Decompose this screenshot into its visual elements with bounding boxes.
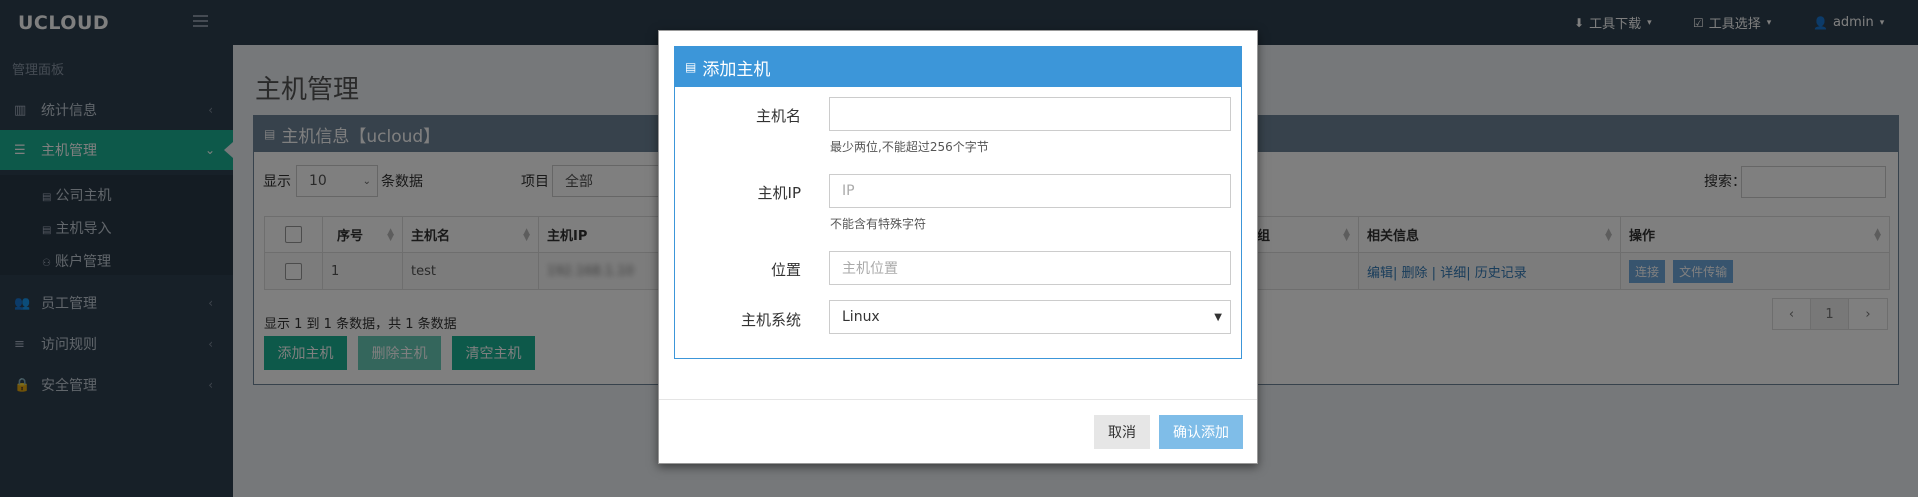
modal-footer-divider xyxy=(659,399,1257,400)
ip-label: 主机IP xyxy=(757,184,801,202)
os-label: 主机系统 xyxy=(740,311,801,329)
add-host-form-panel: ▤ 添加主机 主机名 最少两位,不能超过256个字节 主机IP IP 不能含有特… xyxy=(674,46,1242,359)
cancel-button[interactable]: 取消 xyxy=(1094,415,1150,449)
ip-help: 不能含有特殊字符 xyxy=(830,217,927,231)
ip-input[interactable]: IP xyxy=(829,174,1231,208)
confirm-add-button[interactable]: 确认添加 xyxy=(1159,415,1243,449)
location-input[interactable]: 主机位置 xyxy=(829,251,1231,285)
modal-title: 添加主机 xyxy=(702,59,771,80)
os-select[interactable]: Linux ▼ xyxy=(829,300,1231,334)
hostname-help: 最少两位,不能超过256个字节 xyxy=(830,140,989,154)
hostname-input[interactable] xyxy=(829,97,1231,131)
os-select-value: Linux xyxy=(842,309,880,325)
add-host-modal: ▤ 添加主机 主机名 最少两位,不能超过256个字节 主机IP IP 不能含有特… xyxy=(658,30,1258,464)
hostname-label: 主机名 xyxy=(755,107,801,125)
list-icon: ▤ xyxy=(685,60,697,74)
modal-header: ▤ 添加主机 xyxy=(675,47,1241,87)
location-label: 位置 xyxy=(770,261,801,279)
caret-down-icon: ▼ xyxy=(1214,311,1222,323)
